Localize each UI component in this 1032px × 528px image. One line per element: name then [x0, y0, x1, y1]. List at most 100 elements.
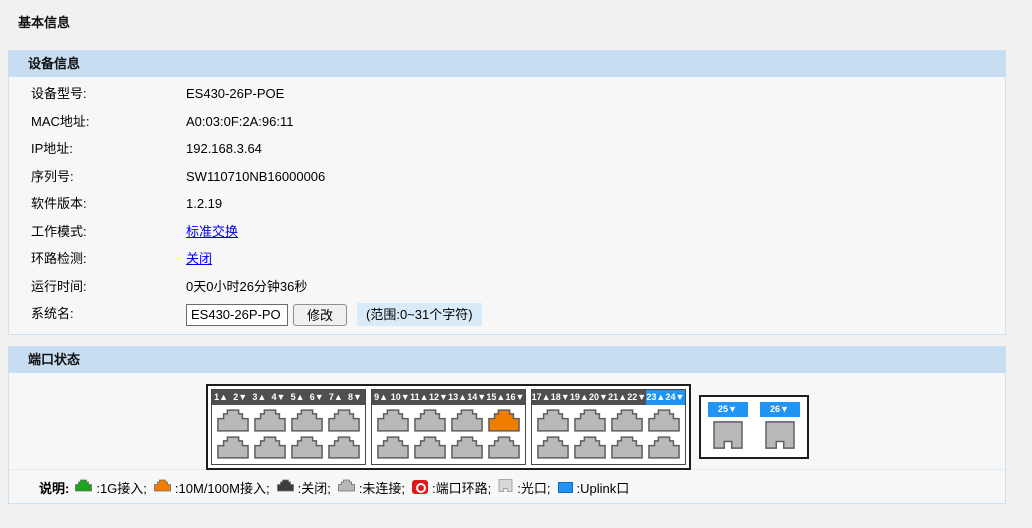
port-21-icon: [611, 409, 643, 432]
system-name-label: 系统名:: [31, 300, 186, 328]
row-uptime-value: 0天0小时26分钟36秒: [186, 279, 307, 294]
port-block-header: 17▲18▼19▲20▼21▲22▼23▲24▼: [532, 390, 685, 405]
legend-item-text: :未连接;: [359, 478, 405, 497]
row-ip-value: 192.168.3.64: [186, 141, 262, 156]
legend-item: :Uplink口: [558, 478, 630, 497]
port-1-icon: [217, 409, 249, 432]
row-firmware: 软件版本:1.2.19: [9, 190, 1005, 218]
port-8-icon: [328, 436, 360, 459]
legend-item: :关闭;: [277, 478, 331, 497]
port-22-icon: [611, 436, 643, 459]
port-number-label: 1▲: [212, 390, 231, 405]
port-block-header: 9▲10▼11▲12▼13▲14▼15▲16▼: [372, 390, 525, 405]
port-number-label: 8▼: [345, 390, 364, 405]
port-number-label: 10▼: [391, 390, 410, 405]
legend-item-text: :Uplink口: [577, 478, 630, 497]
port-number-label: 17▲: [532, 390, 551, 405]
row-model-label: 设备型号:: [31, 80, 186, 108]
legend-off-icon: [277, 479, 294, 495]
port-14-icon: [451, 436, 483, 459]
panel-device-info: 设备信息 设备型号:ES430-26P-POE MAC地址:A0:03:0F:2…: [8, 50, 1006, 335]
port-number-label: 20▼: [589, 390, 608, 405]
legend-item-text: :端口环路;: [432, 478, 491, 497]
port-15-icon: [488, 409, 520, 432]
port-4-icon: [254, 436, 286, 459]
row-ip: IP地址:192.168.3.64: [9, 135, 1005, 163]
row-serial-value: SW110710NB16000006: [186, 169, 325, 184]
legend-prefix: 说明:: [39, 478, 69, 497]
port-9-icon: [377, 409, 409, 432]
port-12-icon: [414, 436, 446, 459]
range-hint: (范围:0~31个字符): [357, 303, 482, 326]
row-model: 设备型号:ES430-26P-POE: [9, 80, 1005, 108]
legend-unlinked-icon: [338, 479, 355, 495]
legend-red-icon: [412, 480, 428, 494]
port-2-icon: [217, 436, 249, 459]
port-block-body: [532, 405, 685, 464]
row-system-name: 系统名: 修改 (范围:0~31个字符): [9, 300, 1005, 328]
port-3-icon: [254, 409, 286, 432]
legend-blue-icon: [558, 482, 573, 493]
port-number-label: 25▼: [708, 402, 748, 417]
port-number-label: 9▲: [372, 390, 391, 405]
port-number-label: 26▼: [760, 402, 800, 417]
port-10-icon: [377, 436, 409, 459]
port-20-icon: [574, 436, 606, 459]
port-11-icon: [414, 409, 446, 432]
port-number-label: 5▲: [288, 390, 307, 405]
port-16-icon: [488, 436, 520, 459]
legend-light-icon: [498, 479, 513, 495]
port-number-label: 23▲: [646, 390, 665, 405]
loop-detect-link[interactable]: 关闭: [186, 251, 212, 266]
port-number-label: 11▲: [410, 390, 429, 405]
port-number-label: 7▲: [326, 390, 345, 405]
port-number-label: 3▲: [250, 390, 269, 405]
legend-item: :光口;: [498, 478, 550, 497]
port-status-header: 端口状态: [8, 346, 1006, 373]
port-diagram: 1▲2▼3▲4▼5▲6▼7▲8▼9▲10▼11▲12▼13▲14▼15▲16▼1…: [9, 373, 1005, 469]
port-number-label: 18▼: [551, 390, 570, 405]
port-6-icon: [291, 436, 323, 459]
legend-item-text: :1G接入;: [96, 478, 147, 497]
legend-orange-icon: [154, 479, 171, 495]
row-work-mode: 工作模式:标准交换: [9, 218, 1005, 246]
legend-item: :未连接;: [338, 478, 405, 497]
legend-item: :1G接入;: [75, 478, 147, 497]
port-block-header: 1▲2▼3▲4▼5▲6▼7▲8▼: [212, 390, 365, 405]
port-legend: 说明: :1G接入; :10M/100M接入; :关闭; :未连接; :端口环路; :光口…: [9, 469, 1005, 497]
row-ip-label: IP地址:: [31, 135, 186, 163]
legend-item: :10M/100M接入;: [154, 478, 270, 497]
row-uptime-label: 运行时间:: [31, 273, 186, 301]
port-block-3: 17▲18▼19▲20▼21▲22▼23▲24▼: [531, 389, 686, 465]
row-loop-detect-label: 环路检测:: [31, 245, 186, 273]
legend-green-icon: [75, 479, 92, 495]
row-mac-value: A0:03:0F:2A:96:11: [186, 114, 293, 129]
row-firmware-label: 软件版本:: [31, 190, 186, 218]
port-26-icon: [764, 421, 796, 452]
row-work-mode-label: 工作模式:: [31, 218, 186, 246]
port-number-label: 22▼: [627, 390, 646, 405]
port-18-icon: [537, 436, 569, 459]
port-number-label: 2▼: [231, 390, 250, 405]
row-model-value: ES430-26P-POE: [186, 86, 284, 101]
port-block-1: 1▲2▼3▲4▼5▲6▼7▲8▼: [211, 389, 366, 465]
port-7-icon: [328, 409, 360, 432]
panel-port-status: 端口状态 1▲2▼3▲4▼5▲6▼7▲8▼ 9▲10▼11▲12▼13▲14▼15…: [8, 346, 1006, 504]
port-number-label: 16▼: [505, 390, 524, 405]
modify-button[interactable]: 修改: [293, 304, 347, 326]
row-serial-label: 序列号:: [31, 163, 186, 191]
legend-item: :端口环路;: [412, 478, 491, 497]
row-mac-label: MAC地址:: [31, 108, 186, 136]
port-block-2: 9▲10▼11▲12▼13▲14▼15▲16▼: [371, 389, 526, 465]
port-number-label: 12▼: [429, 390, 448, 405]
work-mode-link[interactable]: 标准交换: [186, 224, 238, 239]
system-name-input[interactable]: [186, 304, 288, 326]
port-5-icon: [291, 409, 323, 432]
row-serial: 序列号:SW110710NB16000006: [9, 163, 1005, 191]
port-number-label: 19▲: [570, 390, 589, 405]
row-firmware-value: 1.2.19: [186, 196, 222, 211]
port-24-icon: [648, 436, 680, 459]
port-status-body: 1▲2▼3▲4▼5▲6▼7▲8▼9▲10▼11▲12▼13▲14▼15▲16▼1…: [8, 373, 1006, 504]
port-number-label: 4▼: [269, 390, 288, 405]
device-info-header: 设备信息: [8, 50, 1006, 77]
